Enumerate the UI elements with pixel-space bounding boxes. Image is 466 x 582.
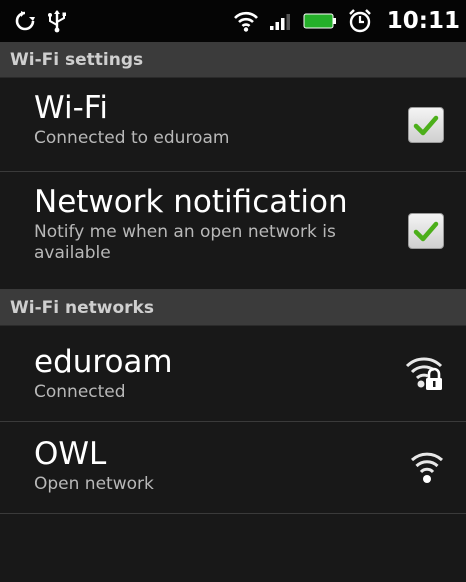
status-bar: 10:11 [0, 0, 466, 42]
status-bar-right: 10:11 [233, 8, 460, 34]
usb-icon [46, 9, 68, 33]
status-time: 10:11 [386, 8, 460, 34]
section-header-wifi-settings: Wi-Fi settings [0, 42, 466, 78]
network-status: Connected [34, 382, 126, 402]
network-row-owl[interactable]: OWL Open network [0, 422, 466, 514]
network-status: Open network [34, 474, 154, 494]
wifi-subtitle: Connected to eduroam [34, 128, 230, 148]
cell-signal-icon [269, 11, 293, 31]
checkmark-icon [413, 221, 439, 241]
status-bar-left [14, 9, 68, 33]
network-name: OWL [34, 436, 107, 472]
section-header-wifi-networks: Wi-Fi networks [0, 290, 466, 326]
alarm-icon [347, 8, 373, 34]
wifi-checkbox[interactable] [408, 106, 444, 143]
network-row-eduroam[interactable]: eduroam Connected [0, 326, 466, 422]
network-notification-checkbox[interactable] [408, 212, 444, 249]
wifi-title: Wi-Fi [34, 90, 108, 126]
sync-icon [14, 10, 36, 32]
network-notification-subtitle: Notify me when an open network is availa… [34, 222, 336, 263]
checkmark-icon [413, 115, 439, 135]
network-name: eduroam [34, 344, 173, 380]
wifi-open-icon [410, 446, 444, 490]
network-notification-row[interactable]: Network notification Notify me when an o… [0, 172, 466, 290]
wifi-locked-icon [404, 352, 444, 396]
battery-icon [303, 12, 337, 30]
wifi-toggle-row[interactable]: Wi-Fi Connected to eduroam [0, 78, 466, 172]
network-notification-title: Network notification [34, 184, 348, 220]
wifi-signal-icon [233, 10, 259, 32]
